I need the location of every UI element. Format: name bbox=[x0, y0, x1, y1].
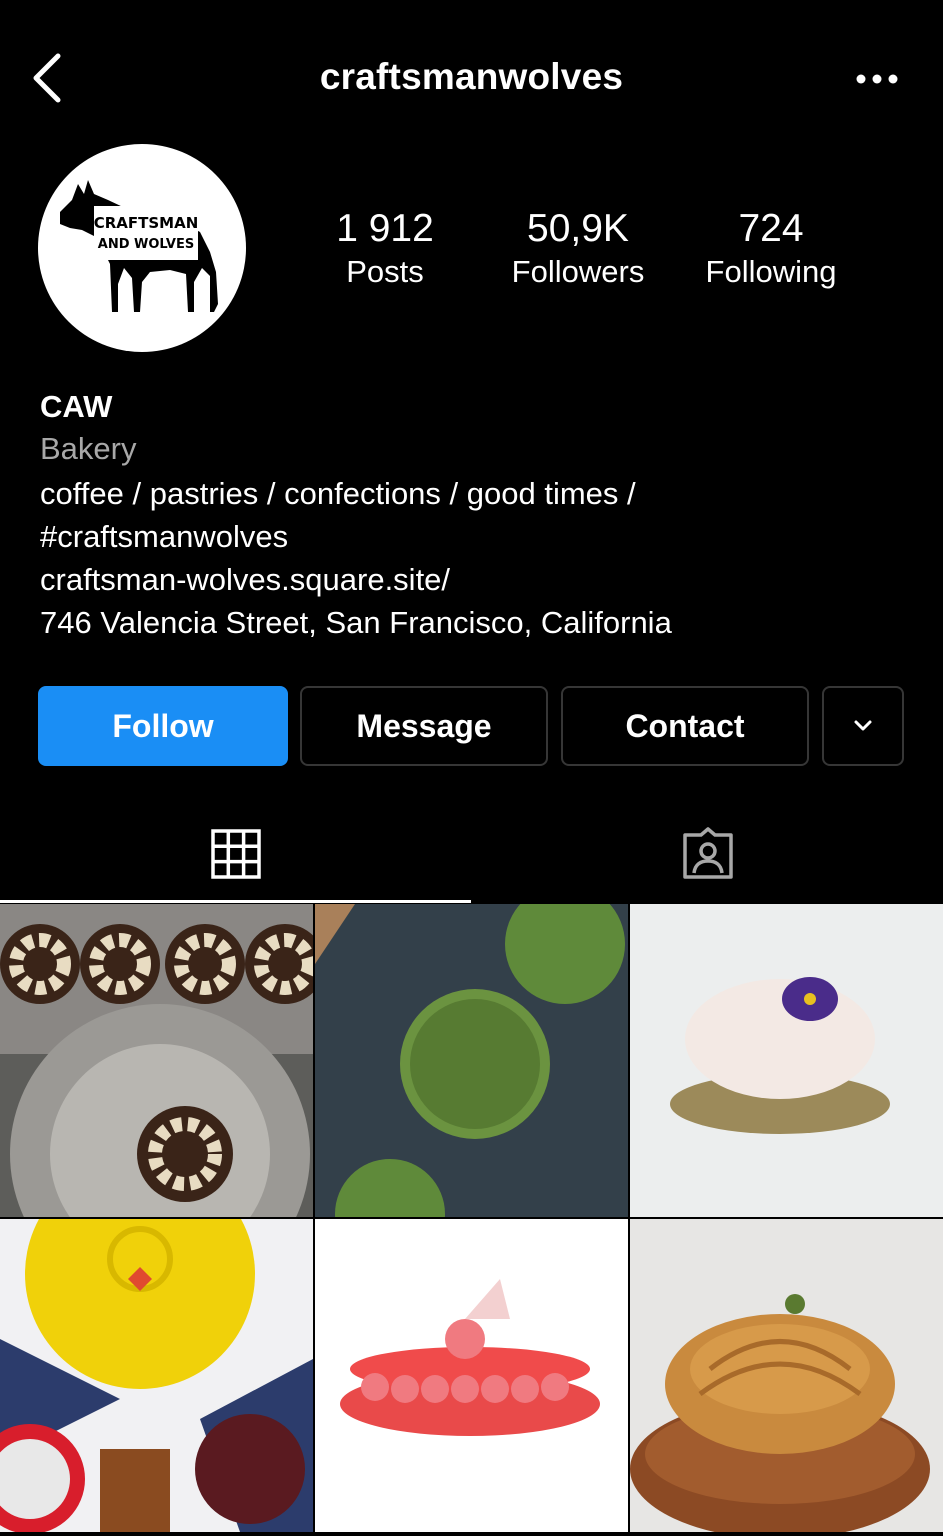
following-label: Following bbox=[705, 254, 837, 289]
post-thumbnail[interactable] bbox=[630, 904, 943, 1217]
posts-label: Posts bbox=[346, 254, 424, 289]
posts-grid bbox=[0, 904, 943, 1536]
profile-username-title: craftsmanwolves bbox=[319, 56, 624, 97]
post-thumbnail[interactable] bbox=[315, 904, 628, 1217]
profile-tabs bbox=[0, 806, 943, 904]
profile-bio: CAW Bakery coffee / pastries / confectio… bbox=[40, 388, 920, 644]
suggested-accounts-button[interactable] bbox=[822, 686, 904, 766]
grid-icon bbox=[210, 829, 261, 879]
chevron-down-icon bbox=[854, 720, 872, 731]
logo-text-line2: AND WOLVES bbox=[98, 237, 194, 252]
posts-count: 1 912 bbox=[336, 207, 434, 250]
stat-following[interactable]: 724 Following bbox=[686, 206, 856, 292]
contact-button[interactable]: Contact bbox=[561, 686, 809, 766]
tab-tagged[interactable] bbox=[472, 806, 943, 902]
tagged-person-icon bbox=[682, 827, 733, 879]
stat-followers[interactable]: 50,9K Followers bbox=[492, 206, 664, 292]
active-tab-indicator bbox=[0, 900, 471, 903]
stat-posts[interactable]: 1 912 Posts bbox=[318, 206, 452, 292]
followers-count: 50,9K bbox=[527, 207, 629, 250]
logo-text-line1: CRAFTSMAN bbox=[94, 214, 199, 232]
followers-label: Followers bbox=[511, 254, 645, 289]
profile-name: CAW bbox=[40, 389, 113, 424]
top-bar: craftsmanwolves bbox=[0, 0, 943, 150]
post-thumbnail[interactable] bbox=[0, 904, 313, 1217]
post-thumbnail[interactable] bbox=[630, 1219, 943, 1532]
follow-button[interactable]: Follow bbox=[38, 686, 288, 766]
message-button[interactable]: Message bbox=[300, 686, 548, 766]
address-text[interactable]: 746 Valencia Street, San Francisco, Cali… bbox=[40, 601, 920, 644]
avatar[interactable]: CRAFTSMAN AND WOLVES bbox=[38, 144, 246, 352]
profile-category: Bakery bbox=[40, 431, 137, 466]
post-thumbnail[interactable] bbox=[315, 1219, 628, 1532]
bio-hashtag[interactable]: #craftsmanwolves bbox=[40, 515, 920, 558]
more-options-icon[interactable] bbox=[850, 62, 904, 96]
website-link[interactable]: craftsman-wolves.square.site/ bbox=[40, 558, 920, 601]
following-count: 724 bbox=[738, 207, 804, 250]
bio-text-line1: coffee / pastries / confections / good t… bbox=[40, 476, 636, 511]
tab-posts-grid[interactable] bbox=[0, 806, 471, 902]
post-thumbnail[interactable] bbox=[0, 1219, 313, 1532]
